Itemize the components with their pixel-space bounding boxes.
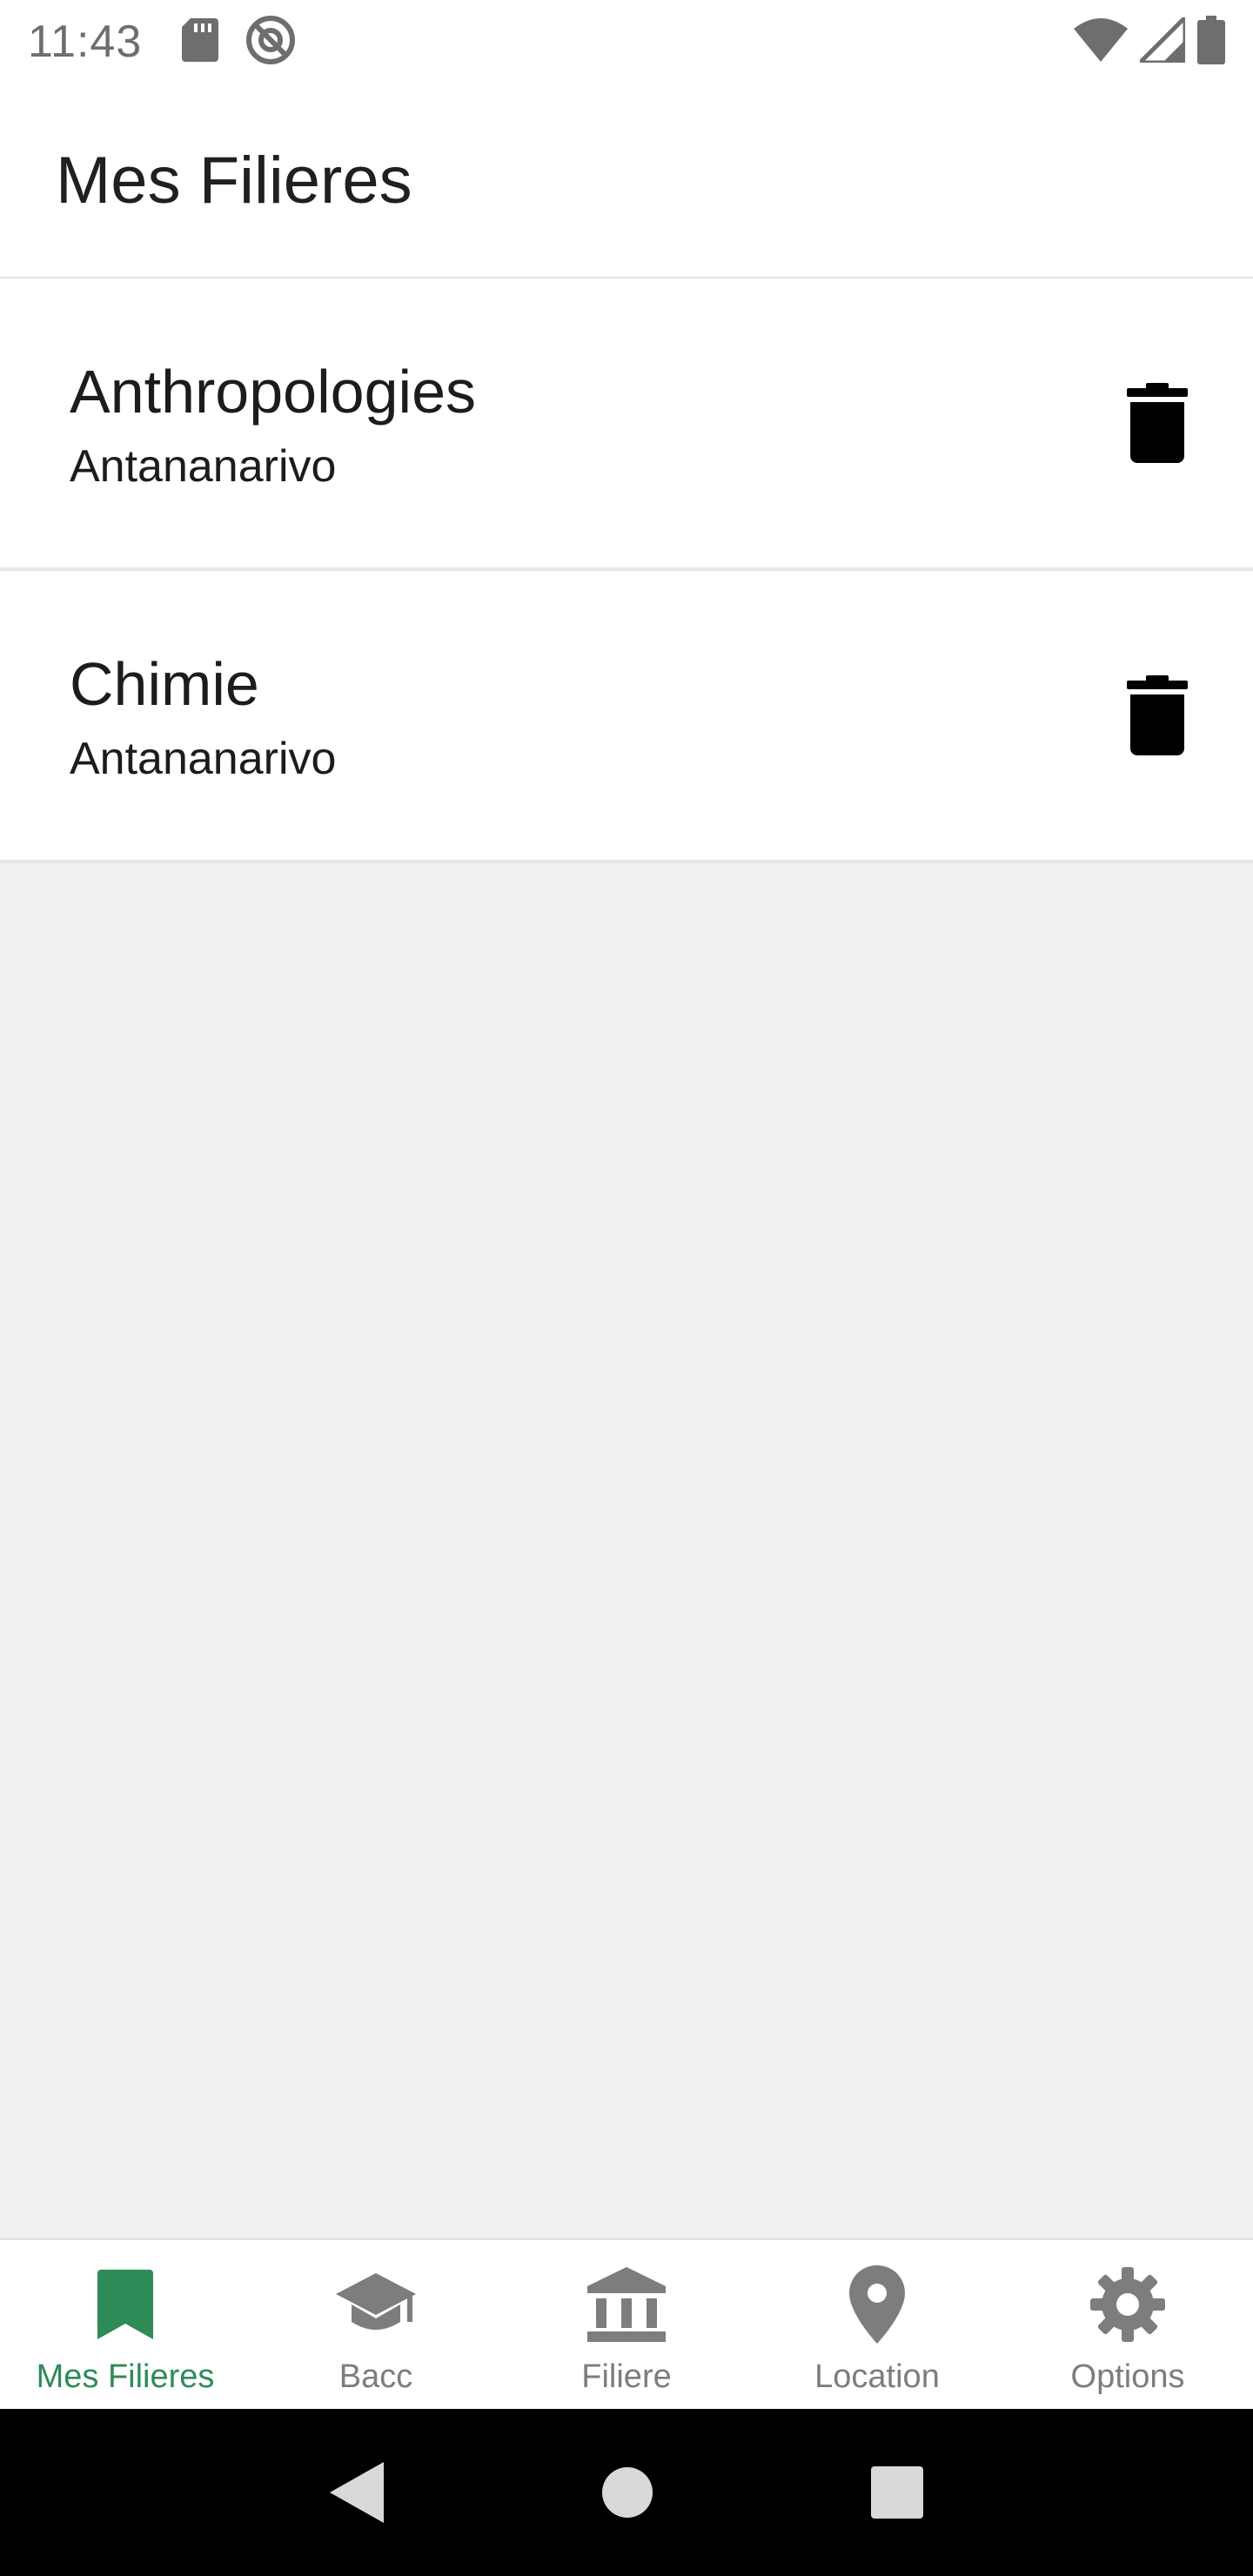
system-navigation-bar	[0, 2409, 1253, 2576]
graduation-cap-icon	[334, 2263, 418, 2346]
bookmark-icon	[84, 2263, 167, 2346]
sd-card-icon	[182, 17, 219, 66]
page-title: Mes Filieres	[56, 143, 412, 218]
nav-label: Options	[1070, 2358, 1185, 2395]
nav-item-bacc[interactable]: Bacc	[251, 2240, 501, 2409]
item-title: Chimie	[70, 650, 259, 718]
item-subtitle: Antananarivo	[70, 441, 337, 492]
delete-button[interactable]	[1114, 372, 1201, 477]
item-subtitle: Antananarivo	[70, 734, 337, 784]
status-bar: 11:43	[0, 0, 1253, 84]
delete-button[interactable]	[1114, 665, 1201, 769]
list-item[interactable]: Chimie Antananarivo	[0, 571, 1253, 863]
nav-item-filiere[interactable]: Filiere	[501, 2240, 752, 2409]
gear-icon	[1086, 2263, 1169, 2346]
bottom-navigation: Mes Filieres Bacc Filiere Location Optio…	[0, 2238, 1253, 2409]
nav-label: Mes Filieres	[36, 2358, 215, 2395]
item-title: Anthropologies	[70, 358, 476, 426]
app-bar: Mes Filieres	[0, 84, 1253, 278]
list-item[interactable]: Anthropologies Antananarivo	[0, 278, 1253, 571]
status-time: 11:43	[28, 17, 143, 67]
battery-icon	[1197, 15, 1225, 69]
home-icon[interactable]	[601, 2466, 653, 2519]
filiere-list: Anthropologies Antananarivo Chimie Antan…	[0, 278, 1253, 863]
location-pin-icon	[835, 2263, 919, 2346]
nav-label: Filiere	[581, 2358, 672, 2395]
status-left-icons	[182, 14, 297, 70]
nav-label: Bacc	[338, 2358, 413, 2395]
back-icon[interactable]	[330, 2462, 384, 2523]
status-right-icons	[1074, 11, 1225, 69]
recents-icon[interactable]	[871, 2466, 923, 2519]
cell-signal-icon	[1134, 11, 1188, 67]
delete-icon	[1127, 382, 1188, 467]
nav-item-mes-filieres[interactable]: Mes Filieres	[0, 2240, 251, 2409]
nav-item-options[interactable]: Options	[1002, 2240, 1253, 2409]
nav-label: Location	[814, 2358, 940, 2395]
do-not-disturb-icon	[245, 14, 297, 70]
delete-icon	[1127, 674, 1188, 760]
institution-icon	[585, 2263, 668, 2346]
nav-item-location[interactable]: Location	[752, 2240, 1002, 2409]
wifi-icon	[1074, 17, 1128, 66]
